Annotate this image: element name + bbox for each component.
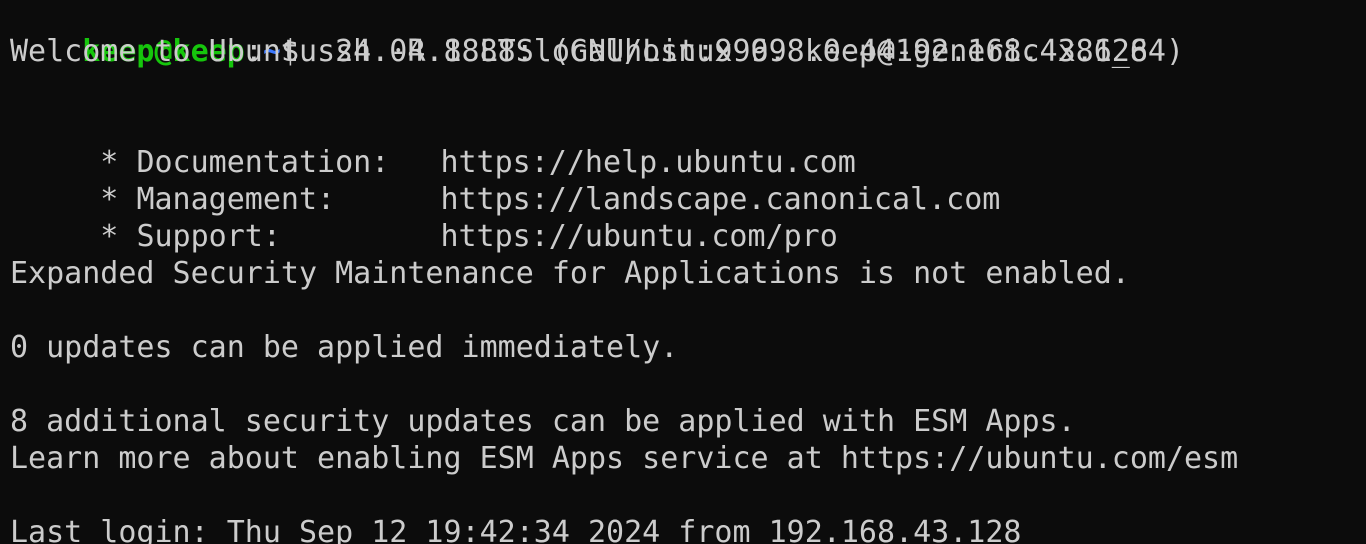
link-row-documentation: * Documentation: https://help.ubuntu.com xyxy=(10,107,856,180)
link-label: Support: xyxy=(136,219,281,254)
updates-line: 0 updates can be applied immediately. xyxy=(10,330,679,365)
bullet: * xyxy=(82,219,137,254)
last-login-line: Last login: Thu Sep 12 19:42:34 2024 fro… xyxy=(10,515,1022,544)
prompt-line: keep@keep:~$ ssh -R 8888:localhost:9999 … xyxy=(10,0,1148,69)
welcome-line: Welcome to Ubuntu 24.04.1 LTS (GNU/Linux… xyxy=(10,34,1184,69)
security-updates-line: 8 additional security updates can be app… xyxy=(10,404,1076,439)
terminal-window[interactable]: keep@keep:~$ ssh -R 8888:localhost:9999 … xyxy=(0,0,1366,544)
link-row-support: * Support: https://ubuntu.com/pro xyxy=(10,181,838,254)
link-row-management: * Management: https://landscape.canonical… xyxy=(10,144,1000,217)
link-url: https://ubuntu.com/pro xyxy=(440,219,838,254)
esm-notice-line: Expanded Security Maintenance for Applic… xyxy=(10,256,1130,291)
learn-more-line: Learn more about enabling ESM Apps servi… xyxy=(10,441,1239,476)
